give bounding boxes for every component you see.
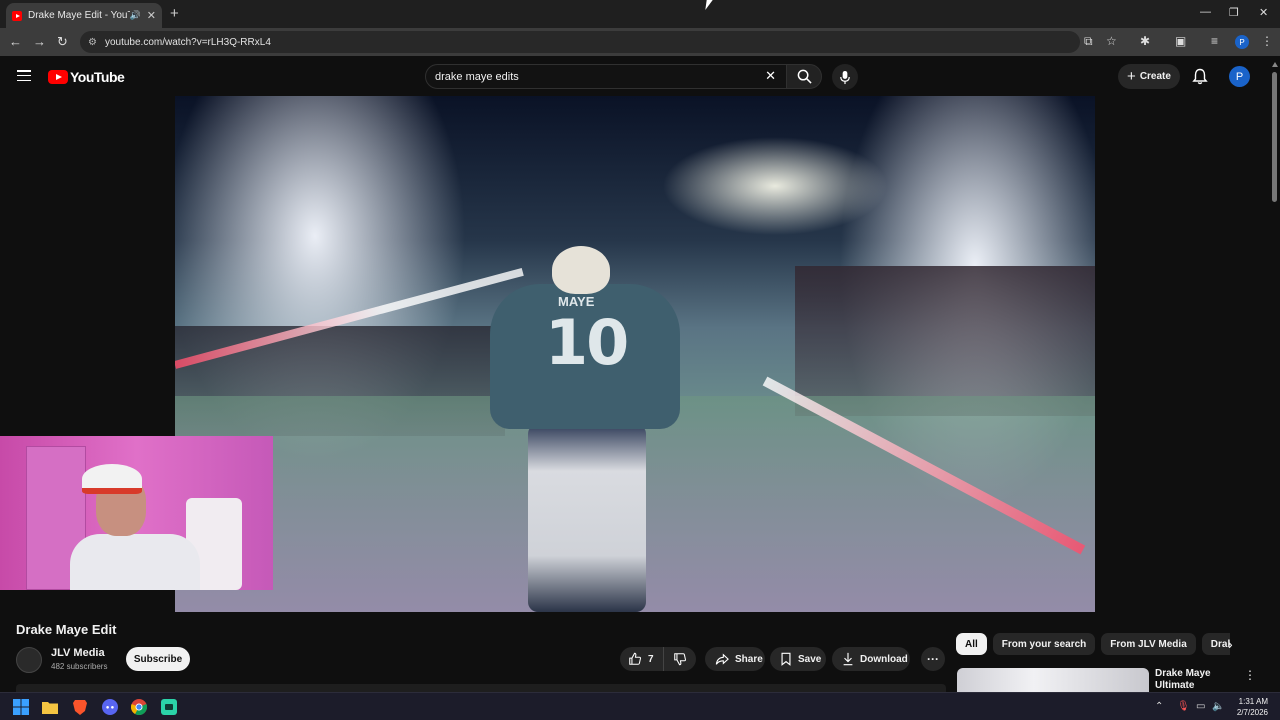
app-icon[interactable] [159, 697, 179, 717]
media-controls-icon[interactable]: ≡ [1211, 34, 1218, 48]
thumbs-up-icon [629, 652, 641, 665]
minimize-icon[interactable]: — [1200, 6, 1211, 18]
voice-search-button[interactable] [832, 64, 858, 90]
extensions-icon[interactable]: ✱ [1140, 34, 1150, 48]
subscribe-button[interactable]: Subscribe [126, 647, 190, 671]
bookmark-star-icon[interactable]: ☆ [1106, 34, 1117, 48]
download-button[interactable]: Download [832, 647, 910, 671]
browser-tab[interactable]: Drake Maye Edit - YouTube 🔊 ✕ [6, 3, 162, 28]
address-bar[interactable]: ⚙ youtube.com/watch?v=rLH3Q-RRxL4 [80, 31, 1080, 53]
thumbs-down-icon [674, 653, 686, 666]
video-frame-stands-right [795, 266, 1095, 416]
youtube-logo[interactable]: YouTube [48, 69, 125, 85]
video-title: Drake Maye Edit [16, 622, 117, 637]
search-button[interactable] [786, 64, 822, 89]
scroll-up-icon[interactable] [1272, 62, 1278, 67]
create-label: Create [1139, 71, 1171, 82]
recommendation-title[interactable]: Drake Maye Ultimate Highlight [1155, 668, 1235, 692]
split-view-icon[interactable]: ▣ [1175, 34, 1186, 48]
notifications-bell-icon[interactable] [1192, 68, 1208, 85]
chip-from-your-search[interactable]: From your search [992, 633, 1096, 655]
recommendation-menu-icon[interactable]: ⋮ [1244, 668, 1256, 682]
like-dislike-group: 7 [620, 647, 696, 671]
more-actions-icon[interactable]: ··· [921, 647, 945, 671]
chip-all[interactable]: All [956, 633, 987, 655]
scrollbar-thumb[interactable] [1272, 72, 1277, 202]
hamburger-menu-icon[interactable] [17, 70, 31, 82]
clock-date: 2/7/2026 [1236, 708, 1268, 717]
search-icon [797, 69, 812, 84]
webcam-overlay [0, 436, 273, 590]
bookmark-icon [781, 652, 791, 666]
search-input[interactable] [435, 70, 755, 83]
page-scrollbar[interactable] [1270, 62, 1280, 692]
browser-menu-icon[interactable]: ⋮ [1261, 34, 1273, 48]
chevron-right-icon[interactable]: › [1228, 636, 1233, 652]
youtube-favicon-icon [12, 10, 22, 21]
tab-audio-icon[interactable]: 🔊 [130, 10, 141, 21]
windows-taskbar: ⌃ 🎙 ▭ 🔈 1:31 AM 2/7/2026 [0, 692, 1280, 720]
tray-volume-icon[interactable]: 🔈 [1212, 701, 1224, 712]
download-icon [843, 652, 853, 666]
plus-icon: + [1127, 68, 1136, 85]
recommendation-thumbnail[interactable] [957, 668, 1149, 692]
account-avatar[interactable]: P [1229, 66, 1250, 87]
search-box: ✕ [425, 64, 787, 89]
clear-search-icon[interactable]: ✕ [765, 68, 776, 84]
share-label: Share [735, 653, 763, 665]
address-toolbar: ← → ↻ ⚙ youtube.com/watch?v=rLH3Q-RRxL4 … [0, 28, 1280, 56]
chip-drake-maye[interactable]: Drake Ma [1201, 633, 1230, 655]
tray-overflow-icon[interactable]: ⌃ [1155, 701, 1163, 712]
discord-icon[interactable] [100, 697, 120, 717]
youtube-play-icon [48, 70, 68, 84]
browser-tab-bar: Drake Maye Edit - YouTube 🔊 ✕ + — ❐ ✕ [0, 0, 1280, 28]
restore-icon[interactable]: ❐ [1229, 6, 1239, 19]
youtube-header: YouTube ✕ + Create P [0, 58, 1280, 96]
site-info-icon[interactable]: ⚙ [88, 37, 97, 48]
dislike-button[interactable] [664, 647, 696, 671]
save-button[interactable]: Save [770, 647, 826, 671]
window-close-icon[interactable]: ✕ [1259, 6, 1268, 19]
video-frame-player: MAYE 10 [490, 246, 680, 612]
video-player[interactable]: MAYE 10 [175, 96, 1095, 612]
chip-from-channel[interactable]: From JLV Media [1101, 633, 1196, 655]
tray-mic-icon[interactable]: 🎙 [1177, 701, 1190, 712]
file-explorer-icon[interactable] [40, 697, 60, 717]
description-box[interactable] [16, 684, 946, 692]
brave-browser-icon[interactable] [70, 697, 90, 717]
like-button[interactable]: 7 [620, 647, 664, 671]
install-app-icon[interactable]: ⧉ [1084, 34, 1093, 49]
subscriber-count: 482 subscribers [51, 662, 108, 671]
tray-network-icon[interactable]: ▭ [1196, 701, 1205, 712]
forward-icon[interactable]: → [33, 34, 46, 49]
save-label: Save [798, 653, 822, 665]
taskbar-clock[interactable]: 1:31 AM 2/7/2026 [1228, 696, 1268, 718]
reload-icon[interactable]: ↻ [57, 34, 68, 50]
share-icon [715, 653, 729, 665]
jersey-number: 10 [545, 306, 629, 379]
microphone-icon [840, 70, 850, 84]
windows-start-icon[interactable] [11, 697, 31, 717]
url-text: youtube.com/watch?v=rLH3Q-RRxL4 [104, 36, 271, 48]
download-label: Download [860, 653, 908, 665]
like-count: 7 [648, 653, 654, 665]
browser-profile-avatar[interactable]: P [1235, 35, 1249, 49]
create-button[interactable]: + Create [1118, 64, 1180, 89]
youtube-logo-text: YouTube [70, 69, 125, 85]
tab-title: Drake Maye Edit - YouTube [28, 10, 130, 21]
channel-avatar[interactable] [16, 647, 42, 673]
new-tab-icon[interactable]: + [170, 5, 179, 22]
share-button[interactable]: Share [705, 647, 765, 671]
chrome-icon[interactable] [129, 697, 149, 717]
filter-chips: All From your search From JLV Media Drak… [956, 633, 1230, 655]
clock-time: 1:31 AM [1238, 697, 1268, 706]
channel-name[interactable]: JLV Media [51, 647, 105, 659]
tab-close-icon[interactable]: ✕ [147, 9, 156, 22]
back-icon[interactable]: ← [9, 34, 22, 49]
